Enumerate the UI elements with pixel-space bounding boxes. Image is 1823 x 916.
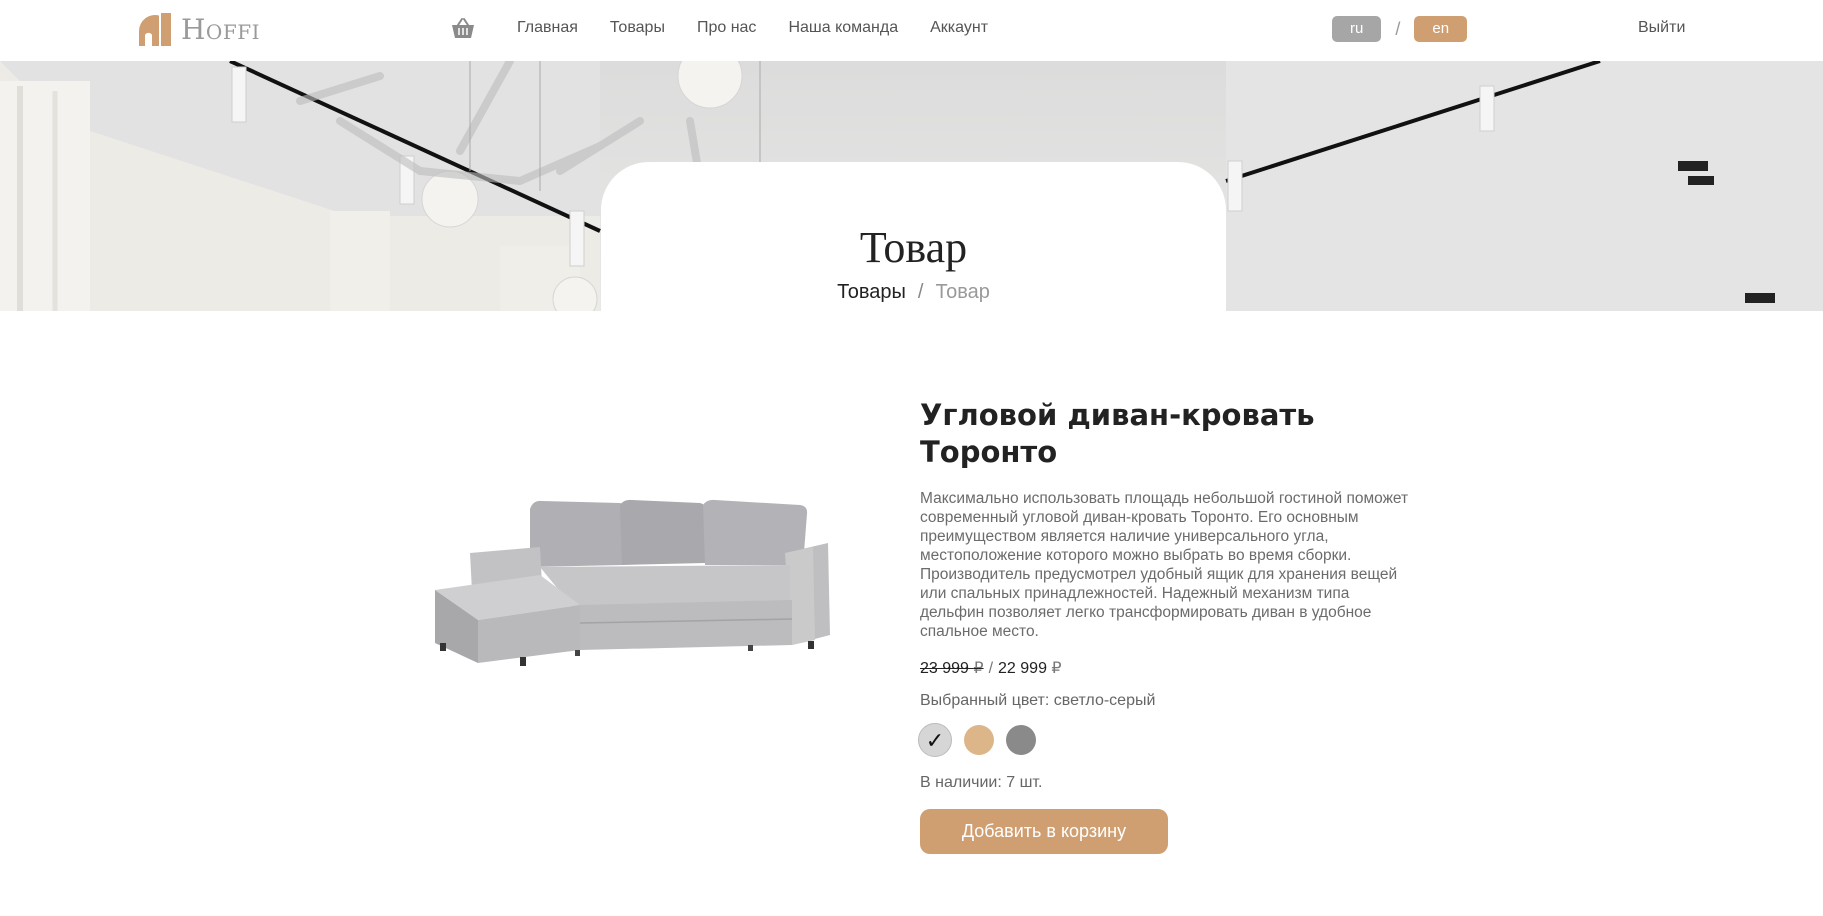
nav-link-products[interactable]: Товары <box>610 18 665 38</box>
add-to-cart-button[interactable]: Добавить в корзину <box>920 809 1168 854</box>
breadcrumb-separator: / <box>917 281 924 303</box>
product-info: Угловой диван-кровать Торонто Максимальн… <box>918 397 1415 854</box>
lang-ru-button[interactable]: ru <box>1332 16 1382 42</box>
product-price: 23 999 ₽/22 999 ₽ <box>920 659 1415 679</box>
basket-icon[interactable] <box>451 17 475 39</box>
hero-banner: Товар Товары / Товар <box>0 61 1823 311</box>
nav-link-team[interactable]: Наша команда <box>788 18 898 38</box>
color-swatch-beige[interactable] <box>964 725 994 755</box>
header: Hoffi Главная Товары Про нас Наша команд… <box>0 0 1823 61</box>
breadcrumb-current: Товар <box>935 281 990 303</box>
checkmark-icon: ✓ <box>925 728 945 753</box>
main-nav: Главная Товары Про нас Наша команда Акка… <box>517 18 1020 38</box>
breadcrumb-link-products[interactable]: Товары <box>837 281 906 303</box>
price-old: 23 999 ₽ <box>920 660 984 677</box>
breadcrumb: Товары / Товар <box>601 280 1226 304</box>
color-swatch-light-gray[interactable]: ✓ <box>918 723 952 757</box>
color-swatch-gray[interactable] <box>1006 725 1036 755</box>
lang-en-button[interactable]: en <box>1414 16 1468 42</box>
hero-title-card: Товар Товары / Товар <box>601 162 1226 311</box>
stock-status: В наличии: 7 шт. <box>920 774 1043 791</box>
page-title: Товар <box>859 223 968 272</box>
product-description: Максимально использовать площадь небольш… <box>920 490 1409 640</box>
price-separator: / <box>988 660 994 677</box>
product-image <box>435 499 830 666</box>
color-swatches: ✓ <box>918 723 1415 757</box>
logout-link[interactable]: Выйти <box>1638 19 1685 37</box>
nav-link-home[interactable]: Главная <box>517 18 578 38</box>
lang-separator: / <box>1395 18 1401 39</box>
selected-color-label: Выбранный цвет: светло-серый <box>920 692 1156 709</box>
nav-link-account[interactable]: Аккаунт <box>930 18 988 38</box>
price-current: 22 999 ₽ <box>998 660 1062 677</box>
logo[interactable]: Hoffi <box>139 12 260 46</box>
language-switcher: ru / en <box>1332 16 1468 42</box>
nav-link-about[interactable]: Про нас <box>697 18 756 38</box>
product-title: Угловой диван-кровать Торонто <box>920 398 1315 469</box>
logo-text: Hoffi <box>181 12 260 46</box>
logo-arch-icon <box>139 12 171 46</box>
